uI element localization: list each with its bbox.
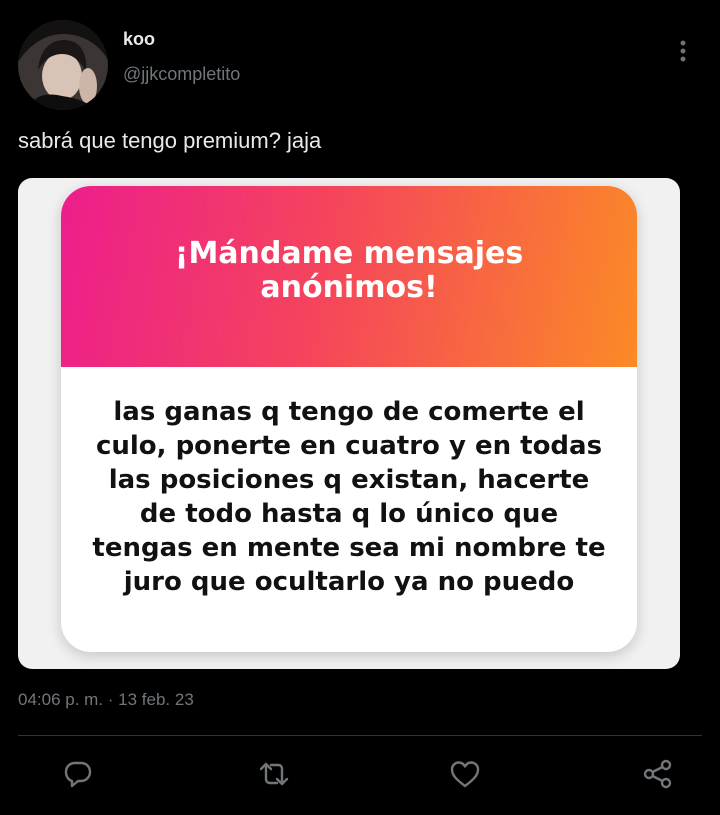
- like-button[interactable]: [447, 756, 483, 792]
- like-icon: [450, 761, 480, 788]
- user-handle[interactable]: @jjkcompletito: [123, 64, 240, 85]
- tweet-media[interactable]: ¡Mándame mensajes anónimos! las ganas q …: [18, 178, 680, 669]
- retweet-icon: [259, 762, 289, 786]
- reply-icon: [64, 761, 92, 788]
- display-name[interactable]: koo: [123, 29, 155, 50]
- profile-photo: [18, 20, 108, 110]
- avatar[interactable]: [18, 20, 108, 110]
- share-icon: [643, 759, 672, 789]
- more-options-button[interactable]: [668, 36, 698, 66]
- divider: [18, 735, 702, 736]
- card-title: ¡Mándame mensajes anónimos!: [174, 235, 524, 305]
- tweet-text: sabrá que tengo premium? jaja: [18, 128, 322, 153]
- retweet-button[interactable]: [256, 756, 292, 792]
- card-header: ¡Mándame mensajes anónimos!: [61, 186, 637, 367]
- anonymous-message-card: ¡Mándame mensajes anónimos! las ganas q …: [61, 186, 637, 652]
- more-vertical-icon: [680, 40, 686, 62]
- share-button[interactable]: [640, 756, 676, 792]
- reply-button[interactable]: [60, 756, 96, 792]
- tweet-timestamp[interactable]: 04:06 p. m. · 13 feb. 23: [18, 690, 194, 710]
- card-message: las ganas q tengo de comerte el culo, po…: [92, 397, 606, 597]
